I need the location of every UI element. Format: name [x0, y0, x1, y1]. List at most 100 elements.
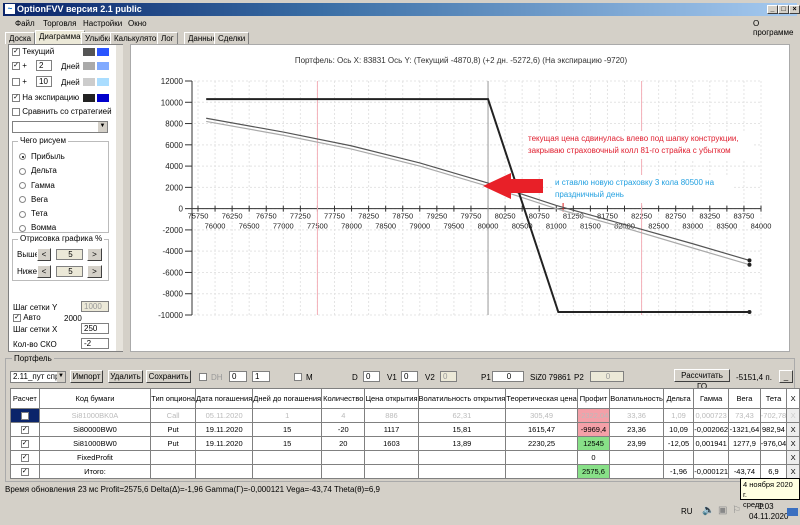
below-increase-button[interactable]: > [87, 265, 102, 278]
v2-input[interactable]: 0 [440, 371, 457, 382]
tab-board[interactable]: Доска [5, 32, 36, 44]
radio-button[interactable] [19, 224, 26, 232]
current-checkbox[interactable]: ✓ [12, 47, 20, 56]
maximize-button[interactable]: □ [778, 5, 789, 14]
remove-row-button[interactable]: X [786, 436, 800, 451]
table-row[interactable]: ✓ Итого: 2575,6 -1,96 -0,000121 -43,74 6,9 X [10, 464, 800, 479]
p1-input[interactable]: 0 [492, 371, 524, 382]
column-header[interactable]: Код бумаги [38, 388, 152, 409]
network-icon[interactable]: ▣ [718, 505, 727, 516]
days2-gray-swatch[interactable] [83, 62, 95, 70]
flag-icon[interactable]: ⚐ [732, 505, 741, 516]
remove-row-button[interactable]: X [786, 422, 800, 437]
radio-button[interactable] [19, 167, 26, 175]
save-button[interactable]: Сохранить [146, 370, 191, 383]
expiry-checkbox[interactable]: ✓ [12, 93, 20, 102]
below-input[interactable]: 5 [56, 266, 83, 277]
table-row[interactable]: Si81000BK0A Call 05.11.2020 1 4 886 62,31 305,4… [10, 408, 800, 423]
p2-input[interactable]: 0 [590, 371, 624, 382]
table-row[interactable]: ✓ Si80000BW0 Put 19.11.2020 15 -20 1117 15,81 16… [10, 422, 800, 437]
menu-file[interactable]: Файл [15, 19, 35, 28]
calc-checkbox[interactable]: ✓ [20, 468, 29, 476]
above-input[interactable]: 5 [56, 249, 83, 260]
grid-y-input[interactable]: 1000 [81, 301, 109, 312]
radio-0[interactable]: Прибыль [19, 150, 65, 164]
radio-button[interactable] [19, 181, 26, 189]
radio-1[interactable]: Дельта [19, 164, 65, 178]
days2-blue-swatch[interactable] [97, 62, 109, 70]
column-header[interactable]: Дата погашения [195, 388, 254, 409]
tab-log[interactable]: Лог [157, 32, 178, 44]
compare-checkbox[interactable] [12, 107, 20, 116]
column-header[interactable]: Тета [759, 388, 788, 409]
radio-button[interactable] [19, 153, 26, 161]
expiry-black-swatch[interactable] [83, 94, 95, 102]
column-header[interactable]: Теоретическая цена [505, 388, 578, 409]
column-header[interactable]: Дней до погашения [252, 388, 323, 409]
remove-row-button[interactable]: X [786, 450, 800, 465]
radio-4[interactable]: Тета [19, 207, 65, 221]
calc-cell[interactable]: ✓ [10, 436, 40, 451]
expiry-blue-swatch[interactable] [97, 94, 109, 102]
close-button[interactable]: × [789, 5, 800, 14]
calc-checkbox[interactable]: ✓ [20, 440, 29, 448]
clock-date[interactable]: 04.11.2020 [749, 512, 788, 521]
column-header[interactable]: Волатильность [609, 388, 664, 409]
remove-row-button[interactable]: X [786, 464, 800, 479]
days10-blue-swatch[interactable] [97, 78, 109, 86]
column-header[interactable]: X [786, 388, 800, 409]
column-header[interactable]: Тип опциона [150, 388, 197, 409]
column-header[interactable]: Гамма [693, 388, 730, 409]
days2-checkbox[interactable]: ✓ [12, 61, 20, 70]
sko-input[interactable]: -2 [81, 338, 109, 349]
m-checkbox[interactable] [294, 373, 302, 381]
radio-button[interactable] [19, 196, 26, 204]
radio-button[interactable] [19, 210, 26, 218]
grid-x-input[interactable]: 250 [81, 323, 109, 334]
auto-checkbox[interactable]: ✓ [13, 313, 21, 322]
left-panel-scrollbar[interactable] [116, 45, 123, 351]
radio-2[interactable]: Гамма [19, 179, 65, 193]
strategy-select[interactable]: ▼ [12, 121, 108, 133]
minimize-button[interactable]: _ [767, 5, 778, 14]
calc-cell[interactable]: ✓ [10, 450, 40, 465]
menu-about[interactable]: О программе [753, 19, 797, 37]
current-color-swatch[interactable] [83, 48, 95, 56]
portfolio-minimize-button[interactable]: _ [779, 370, 793, 383]
column-header[interactable]: Дельта [662, 388, 695, 409]
days10-input[interactable]: 10 [36, 76, 52, 87]
language-indicator[interactable]: RU [681, 507, 693, 516]
dh-spinner-2[interactable]: 1 [252, 371, 270, 382]
calc-cell[interactable]: ✓ [10, 422, 40, 437]
portfolio-select[interactable]: 2.11_пут спре ▼ [10, 371, 66, 383]
import-button[interactable]: Импорт [70, 370, 103, 383]
radio-3[interactable]: Вега [19, 193, 65, 207]
d-input[interactable]: 0 [363, 371, 380, 382]
dh-checkbox[interactable] [199, 373, 207, 381]
column-header[interactable]: Количество [321, 388, 366, 409]
menu-trade[interactable]: Торговля [43, 19, 76, 28]
current-blue-swatch[interactable] [97, 48, 109, 56]
calculate-go-button[interactable]: Рассчитать ГО [674, 369, 730, 391]
column-header[interactable]: Цена открытия [364, 388, 419, 409]
delete-button[interactable]: Удалить [108, 370, 143, 383]
column-header[interactable]: Вега [728, 388, 761, 409]
calc-cell[interactable]: ✓ [10, 464, 40, 479]
menu-settings[interactable]: Настройки [83, 19, 122, 28]
table-row[interactable]: ✓ FixedProfit 0 X [10, 450, 800, 465]
above-increase-button[interactable]: > [87, 248, 102, 261]
speaker-icon[interactable]: 🔈 [702, 505, 714, 516]
below-decrease-button[interactable]: < [37, 265, 51, 278]
calc-checkbox[interactable]: ✓ [20, 426, 29, 434]
days10-gray-swatch[interactable] [83, 78, 95, 86]
tab-deals[interactable]: Сделки [214, 32, 250, 44]
calc-checkbox[interactable] [20, 412, 29, 420]
above-decrease-button[interactable]: < [37, 248, 51, 261]
column-header[interactable]: Расчет [10, 388, 40, 409]
table-row[interactable]: ✓ Si81000BW0 Put 19.11.2020 15 20 1603 13,89 223… [10, 436, 800, 451]
v1-input[interactable]: 0 [401, 371, 418, 382]
menu-window[interactable]: Окно [128, 19, 147, 28]
days10-checkbox[interactable] [12, 77, 20, 86]
tab-diagram[interactable]: Диаграмма [35, 30, 85, 44]
remove-row-button[interactable]: X [786, 408, 800, 423]
